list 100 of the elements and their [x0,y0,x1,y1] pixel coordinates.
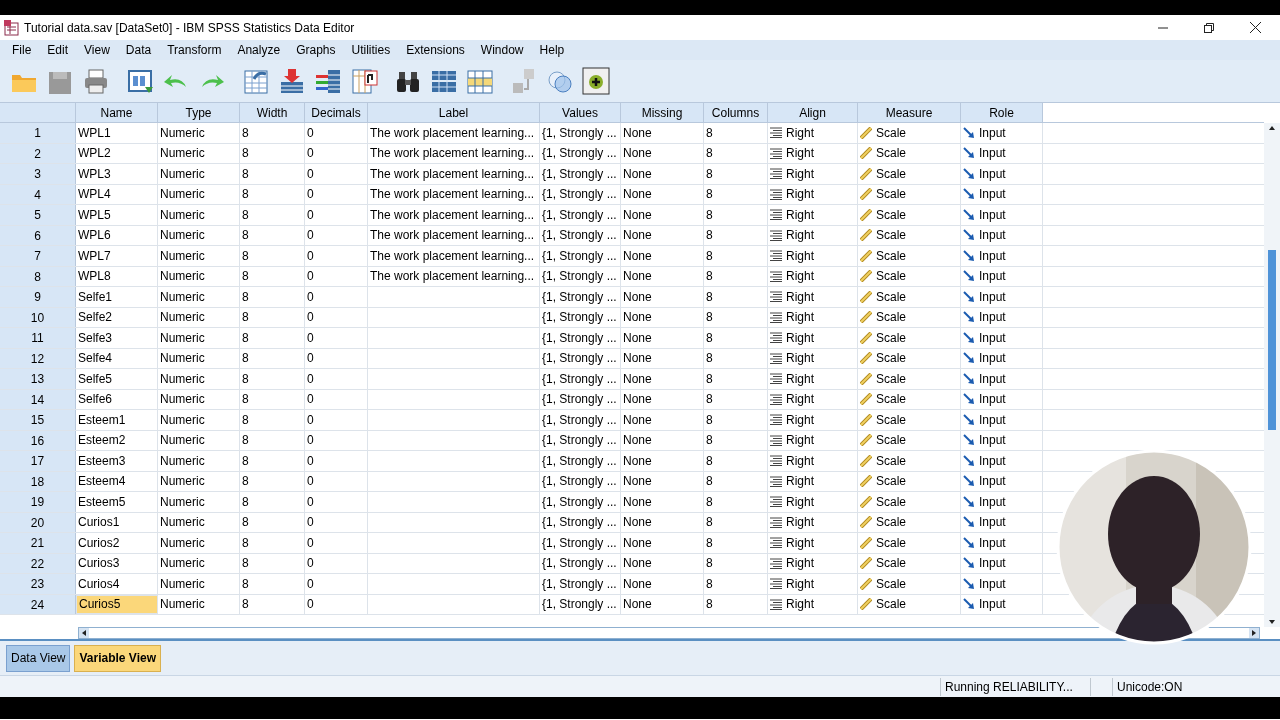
table-cell[interactable]: 0 [305,594,368,614]
table-cell[interactable]: None [621,123,704,143]
table-cell[interactable]: None [621,266,704,286]
table-cell[interactable]: 8 [240,430,305,450]
table-cell[interactable]: Esteem3 [76,451,158,471]
table-cell[interactable]: 8 [240,123,305,143]
horizontal-scrollbar[interactable] [78,627,1260,639]
print-icon[interactable] [82,67,110,95]
table-cell[interactable]: 8 [240,287,305,307]
table-cell[interactable]: WPL2 [76,143,158,163]
table-cell[interactable]: {1, Strongly ... [540,266,621,286]
table-cell[interactable]: Esteem5 [76,492,158,512]
row-number[interactable]: 10 [0,307,76,327]
table-cell[interactable]: None [621,369,704,389]
table-cell[interactable]: 8 [240,533,305,553]
table-cell[interactable]: 8 [240,184,305,204]
corner-cell[interactable] [0,103,76,122]
table-cell[interactable]: 8 [704,389,768,409]
table-cell[interactable]: {1, Strongly ... [540,389,621,409]
row-number[interactable]: 19 [0,492,76,512]
table-cell[interactable]: {1, Strongly ... [540,471,621,491]
table-cell[interactable]: 8 [704,287,768,307]
row-number[interactable]: 4 [0,184,76,204]
table-cell[interactable]: Numeric [158,389,240,409]
column-header[interactable]: Measure [858,103,961,122]
column-header[interactable]: Label [368,103,540,122]
table-cell[interactable]: {1, Strongly ... [540,594,621,614]
table-cell[interactable]: None [621,348,704,368]
table-cell[interactable]: 8 [704,246,768,266]
table-cell[interactable]: 8 [240,348,305,368]
table-cell[interactable]: {1, Strongly ... [540,246,621,266]
dialog-recall-icon[interactable] [126,67,154,95]
go-to-case-icon[interactable] [242,67,270,95]
go-to-variable-icon[interactable] [278,67,306,95]
table-cell[interactable]: Selfe5 [76,369,158,389]
table-cell[interactable]: Numeric [158,430,240,450]
table-cell[interactable]: 0 [305,553,368,573]
column-header[interactable]: Values [540,103,621,122]
table-cell[interactable]: Numeric [158,492,240,512]
table-cell[interactable]: None [621,410,704,430]
table-cell[interactable]: Selfe2 [76,307,158,327]
row-number[interactable]: 2 [0,143,76,163]
table-cell[interactable]: The work placement learning... [368,205,540,225]
table-cell[interactable]: 8 [240,225,305,245]
table-cell[interactable]: The work placement learning... [368,164,540,184]
table-cell[interactable]: 8 [240,492,305,512]
table-cell[interactable]: 8 [704,451,768,471]
row-number[interactable]: 22 [0,553,76,573]
table-cell[interactable]: WPL5 [76,205,158,225]
table-cell[interactable]: None [621,492,704,512]
table-cell[interactable]: Numeric [158,143,240,163]
table-cell[interactable]: 0 [305,348,368,368]
table-cell[interactable]: 0 [305,266,368,286]
vertical-scrollbar[interactable] [1264,123,1280,627]
scroll-thumb[interactable] [1268,250,1276,430]
table-cell[interactable]: Numeric [158,451,240,471]
table-cell[interactable]: Curios4 [76,574,158,594]
menu-item[interactable]: Help [531,41,573,59]
table-cell[interactable]: 0 [305,471,368,491]
table-cell[interactable]: {1, Strongly ... [540,205,621,225]
table-cell[interactable]: 8 [240,266,305,286]
table-cell[interactable]: 8 [240,307,305,327]
table-cell[interactable]: WPL4 [76,184,158,204]
row-number[interactable]: 3 [0,164,76,184]
table-cell[interactable]: Numeric [158,574,240,594]
table-cell[interactable]: Numeric [158,594,240,614]
table-cell[interactable]: {1, Strongly ... [540,328,621,348]
table-cell[interactable]: WPL3 [76,164,158,184]
table-cell[interactable]: Esteem1 [76,410,158,430]
row-number[interactable]: 16 [0,430,76,450]
table-cell[interactable]: Numeric [158,328,240,348]
menu-item[interactable]: Analyze [229,41,289,59]
row-number[interactable]: 17 [0,451,76,471]
table-cell[interactable]: 8 [240,205,305,225]
table-cell[interactable]: {1, Strongly ... [540,410,621,430]
table-cell[interactable]: WPL6 [76,225,158,245]
table-cell[interactable]: {1, Strongly ... [540,553,621,573]
table-cell[interactable]: 8 [240,164,305,184]
table-cell[interactable]: 8 [704,471,768,491]
table-cell[interactable]: Numeric [158,307,240,327]
table-cell[interactable]: None [621,553,704,573]
table-cell[interactable]: None [621,287,704,307]
table-cell[interactable]: 8 [704,574,768,594]
table-cell[interactable]: Curios5 [76,594,158,614]
table-cell[interactable]: 8 [704,184,768,204]
table-cell[interactable]: 0 [305,389,368,409]
table-cell[interactable]: {1, Strongly ... [540,430,621,450]
table-cell[interactable]: 0 [305,410,368,430]
table-cell[interactable]: Numeric [158,512,240,532]
table-cell[interactable]: 0 [305,123,368,143]
view-tab[interactable]: Data View [6,644,71,672]
table-cell[interactable]: Numeric [158,164,240,184]
menu-item[interactable]: View [76,41,118,59]
menu-item[interactable]: Data [117,41,160,59]
table-cell[interactable]: {1, Strongly ... [540,184,621,204]
table-cell[interactable]: The work placement learning... [368,225,540,245]
scroll-left-icon[interactable] [79,628,89,638]
column-header[interactable]: Missing [621,103,704,122]
table-cell[interactable]: None [621,451,704,471]
table-cell[interactable]: None [621,246,704,266]
